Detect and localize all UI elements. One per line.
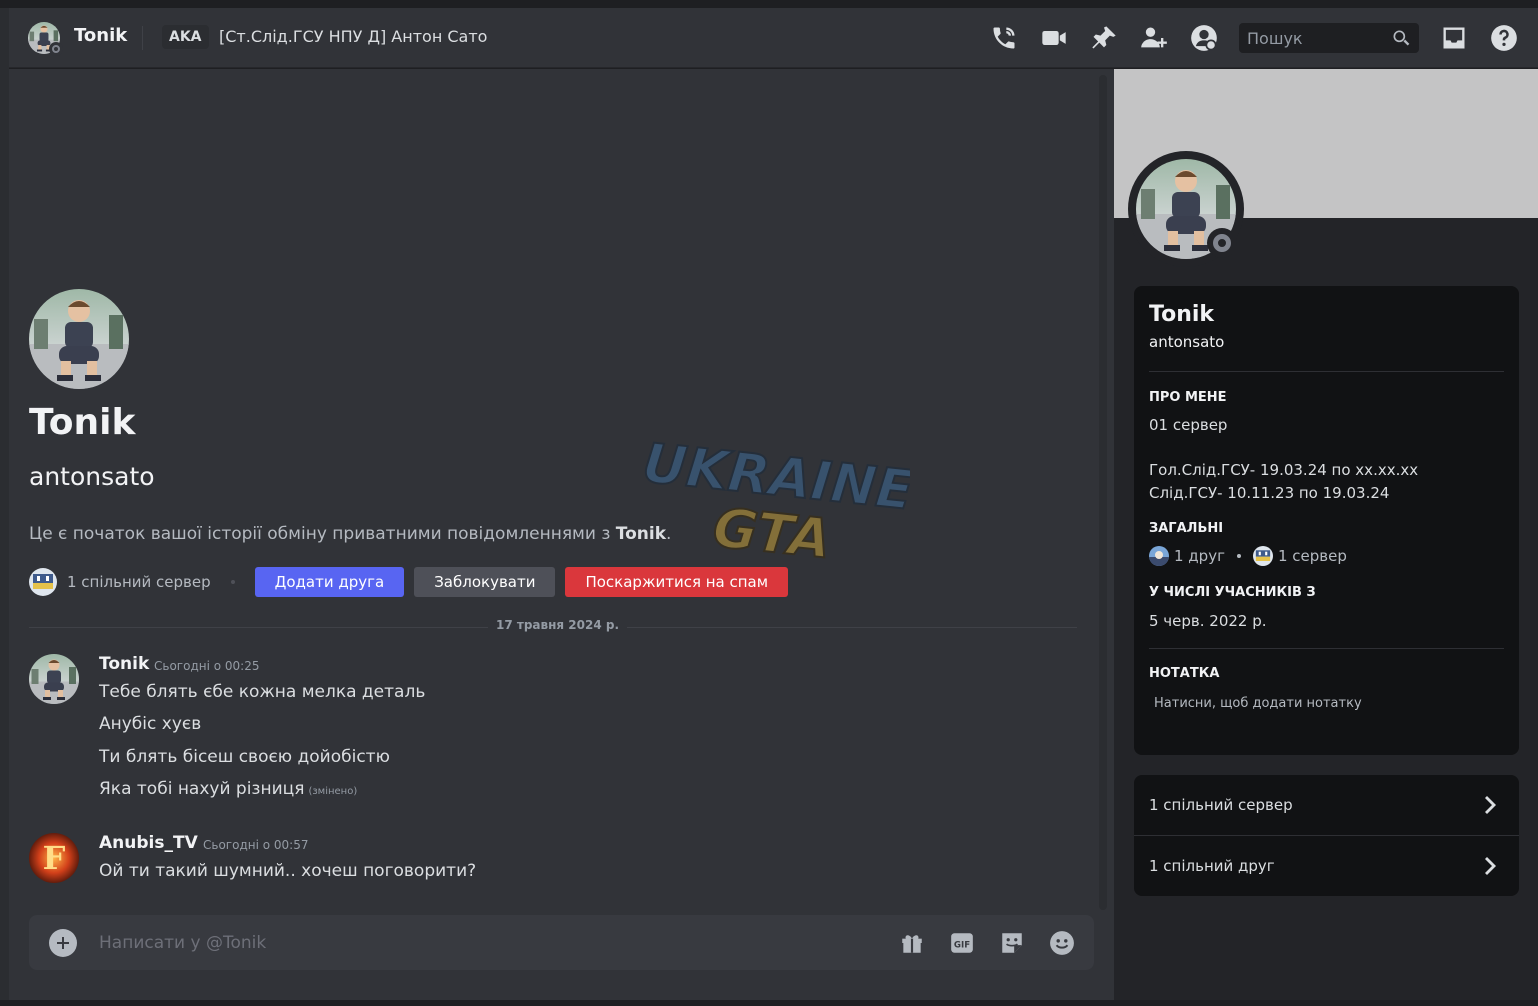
separator-dot — [230, 580, 235, 584]
bullet-separator — [1236, 554, 1241, 558]
common-info-row: 1 друг 1 сервер — [1149, 546, 1347, 566]
profile-card: Tonik antonsato ПРО МЕНЕ 01 сервер Гол.С… — [1134, 286, 1519, 755]
window-left-strip — [0, 8, 9, 1006]
message-input[interactable] — [99, 929, 879, 957]
message-text: Ти блять бісеш своєю дойобістю — [99, 747, 390, 767]
date-divider-label: 17 травня 2024 р. — [488, 618, 628, 632]
about-heading: ПРО МЕНЕ — [1149, 390, 1227, 405]
message-author[interactable]: Tonik — [99, 654, 149, 674]
svg-text:GTA: GTA — [710, 496, 834, 570]
common-friends[interactable]: 1 друг — [1174, 547, 1225, 565]
video-call-icon[interactable] — [1038, 22, 1070, 54]
profile-display-name: Tonik — [1149, 302, 1215, 327]
message-text: Тебе блять єбе кожна мелка деталь — [99, 682, 426, 702]
note-heading: НОТАТКА — [1149, 666, 1220, 681]
search-box[interactable] — [1239, 23, 1419, 53]
emoji-icon[interactable] — [1047, 928, 1077, 958]
intro-avatar[interactable] — [29, 289, 129, 389]
edited-label: (змінено) — [308, 786, 358, 797]
message-timestamp: Сьогодні о 00:25 — [154, 659, 260, 673]
message-avatar[interactable] — [29, 654, 79, 704]
intro-actions: 1 спільний сервер Додати друга Заблокува… — [29, 567, 798, 597]
mutual-friends-row[interactable]: 1 спільний друг — [1134, 836, 1519, 896]
search-input[interactable] — [1247, 28, 1387, 48]
common-servers[interactable]: 1 сервер — [1278, 547, 1347, 565]
member-since-heading: У ЧИСЛІ УЧАСНИКІВ З — [1149, 585, 1316, 600]
about-line: Слід.ГСУ- 10.11.23 по 19.03.24 — [1149, 484, 1390, 502]
offline-status-icon — [49, 42, 63, 56]
pin-icon[interactable] — [1088, 22, 1120, 54]
add-friend-button[interactable]: Додати друга — [254, 567, 405, 597]
profile-toggle-icon[interactable] — [1188, 22, 1220, 54]
message-text: Ой ти такий шумний.. хочеш поговорити? — [99, 861, 477, 881]
common-heading: ЗАГАЛЬНІ — [1149, 521, 1224, 536]
mutual-servers-link[interactable]: 1 спільний сервер — [67, 573, 211, 591]
intro-display-name: Tonik — [29, 402, 136, 443]
svg-text:F: F — [43, 839, 66, 877]
about-line: Гол.Слід.ГСУ- 19.03.24 по хх.хх.хх — [1149, 461, 1419, 479]
chat-scrollbar[interactable] — [1099, 75, 1107, 910]
help-icon[interactable] — [1488, 22, 1520, 54]
mutual-friends-label: 1 спільний друг — [1149, 857, 1275, 875]
message-avatar[interactable]: F — [29, 833, 79, 883]
gif-icon[interactable]: GIF — [947, 928, 977, 958]
window-bottom-strip — [0, 1000, 1538, 1006]
member-since-date: 5 черв. 2022 р. — [1149, 612, 1267, 630]
mutuals-card: 1 спільний сервер 1 спільний друг — [1134, 775, 1519, 896]
intro-username: antonsato — [29, 462, 155, 491]
svg-text:GIF: GIF — [954, 940, 970, 950]
window-top-strip — [0, 0, 1538, 8]
intro-description: Це є початок вашої історії обміну приват… — [29, 524, 672, 544]
message-text-edited: Яка тобі нахуй різниця (змінено) — [99, 779, 358, 799]
block-button[interactable]: Заблокувати — [414, 567, 556, 597]
search-icon — [1391, 28, 1411, 48]
mutual-servers-label: 1 спільний сервер — [1149, 796, 1293, 814]
chevron-right-icon — [1479, 795, 1499, 815]
report-spam-button[interactable]: Поскаржитися на спам — [565, 567, 789, 597]
inbox-icon[interactable] — [1438, 22, 1470, 54]
note-input[interactable]: Натисни, щоб додати нотатку — [1154, 696, 1362, 711]
message-author[interactable]: Anubis_TV — [99, 833, 198, 853]
add-attachment-icon[interactable] — [49, 929, 77, 957]
profile-separator — [1149, 648, 1504, 649]
server-icon — [1252, 546, 1273, 566]
gift-icon[interactable] — [897, 928, 927, 958]
message-text: Анубіс хуєв — [99, 714, 202, 734]
header-nickname: [Ст.Слід.ГСУ НПУ Д] Антон Сато — [219, 27, 488, 46]
mutual-server-icon[interactable] — [29, 568, 57, 596]
ukraine-gta-watermark: UKRAINE GTA — [640, 440, 910, 570]
header-divider — [142, 26, 143, 50]
mutual-servers-row[interactable]: 1 спільний сервер — [1134, 775, 1519, 835]
message-timestamp: Сьогодні о 00:57 — [203, 838, 309, 852]
friend-avatar — [1149, 546, 1169, 566]
chevron-right-icon — [1479, 856, 1499, 876]
phone-call-icon[interactable] — [988, 22, 1020, 54]
profile-username: antonsato — [1149, 333, 1225, 351]
channel-header: Tonik AKA [Ст.Слід.ГСУ НПУ Д] Антон Сато — [9, 8, 1538, 68]
offline-status-icon — [1207, 228, 1237, 258]
aka-badge: AKA — [162, 25, 209, 49]
header-username[interactable]: Tonik — [74, 25, 127, 46]
add-friend-icon[interactable] — [1138, 22, 1170, 54]
sticker-icon[interactable] — [997, 928, 1027, 958]
about-line: 01 сервер — [1149, 416, 1228, 434]
profile-separator — [1149, 371, 1504, 372]
message-composer: GIF — [29, 915, 1094, 970]
